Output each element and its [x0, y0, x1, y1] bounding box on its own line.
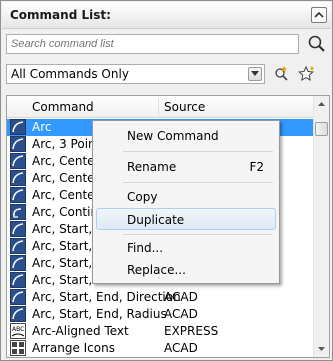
- arc-icon: [10, 221, 26, 237]
- menu-label: Find...: [127, 241, 164, 255]
- list-item[interactable]: Arc, Start, End, Direction ACAD: [7, 289, 313, 306]
- command-list-panel: Command List: All Commands Only Comm: [0, 0, 333, 361]
- menu-item-replace[interactable]: Replace...: [96, 259, 276, 281]
- arc-icon: [10, 136, 26, 152]
- row-command: Arrange Icons: [32, 341, 115, 355]
- chevron-down-icon[interactable]: [248, 67, 262, 81]
- arc-icon: [10, 119, 26, 135]
- menu-item-new-command[interactable]: New Command: [96, 125, 276, 147]
- arc-continue-icon: [10, 204, 26, 220]
- filter-dropdown[interactable]: All Commands Only: [6, 64, 265, 84]
- filter-search-icon[interactable]: [272, 64, 292, 84]
- menu-label: Replace...: [127, 263, 186, 277]
- menu-label: Copy: [127, 190, 158, 204]
- scroll-thumb[interactable]: [315, 122, 328, 136]
- row-source: ACAD: [164, 290, 198, 304]
- menu-shortcut: F2: [249, 160, 264, 174]
- menu-label: Rename: [127, 160, 177, 174]
- menu-separator: [123, 234, 273, 235]
- column-source[interactable]: Source: [164, 100, 205, 114]
- svg-text:ABC: ABC: [12, 326, 24, 333]
- arc-icon: [10, 255, 26, 271]
- arc-icon: [10, 272, 26, 288]
- menu-item-copy[interactable]: Copy: [96, 186, 276, 208]
- row-source: EXPRESS: [164, 324, 219, 338]
- menu-separator: [123, 151, 273, 152]
- panel-title: Command List:: [10, 8, 111, 22]
- search-icon[interactable]: [307, 34, 327, 54]
- menu-separator: [123, 182, 273, 183]
- collapse-icon[interactable]: [311, 7, 327, 23]
- list-item[interactable]: Arc, Start, End, Radius ACAD: [7, 306, 313, 323]
- list-item[interactable]: ABC Arc-Aligned Text EXPRESS: [7, 323, 313, 340]
- search-input[interactable]: [6, 34, 299, 54]
- arc-icon: [10, 238, 26, 254]
- column-command[interactable]: Command: [32, 100, 94, 114]
- menu-item-find[interactable]: Find...: [96, 237, 276, 259]
- menu-item-rename[interactable]: Rename F2: [96, 156, 276, 178]
- grid-icon: [10, 340, 26, 356]
- filter-selected-value: All Commands Only: [11, 67, 129, 81]
- arc-icon: [10, 289, 26, 305]
- arc-text-icon: ABC: [10, 323, 26, 339]
- column-header: Command Source: [7, 96, 313, 118]
- arc-icon: [10, 306, 26, 322]
- arc-icon: [10, 153, 26, 169]
- favorites-icon[interactable]: [297, 64, 317, 84]
- arc-icon: [10, 187, 26, 203]
- column-divider[interactable]: [158, 98, 159, 116]
- menu-label: Duplicate: [127, 213, 185, 227]
- menu-label: New Command: [127, 129, 219, 143]
- row-command: Arc, Start, End, Direction: [32, 290, 181, 304]
- row-source: ACAD: [164, 307, 198, 321]
- scroll-up-icon[interactable]: [314, 96, 329, 112]
- row-command: Arc, Start, End, Radius: [32, 307, 167, 321]
- row-source: ACAD: [164, 341, 198, 355]
- arc-icon: [10, 170, 26, 186]
- scroll-down-icon[interactable]: [314, 341, 329, 357]
- menu-item-duplicate[interactable]: Duplicate: [96, 208, 276, 230]
- row-command: Arc-Aligned Text: [32, 324, 129, 338]
- context-menu: New Command Rename F2 Copy Duplicate Fin…: [92, 120, 280, 284]
- list-item[interactable]: Arrange Icons ACAD: [7, 340, 313, 357]
- row-command: Arc: [32, 120, 52, 134]
- vertical-scrollbar[interactable]: [313, 96, 329, 357]
- panel-header: Command List:: [2, 2, 331, 29]
